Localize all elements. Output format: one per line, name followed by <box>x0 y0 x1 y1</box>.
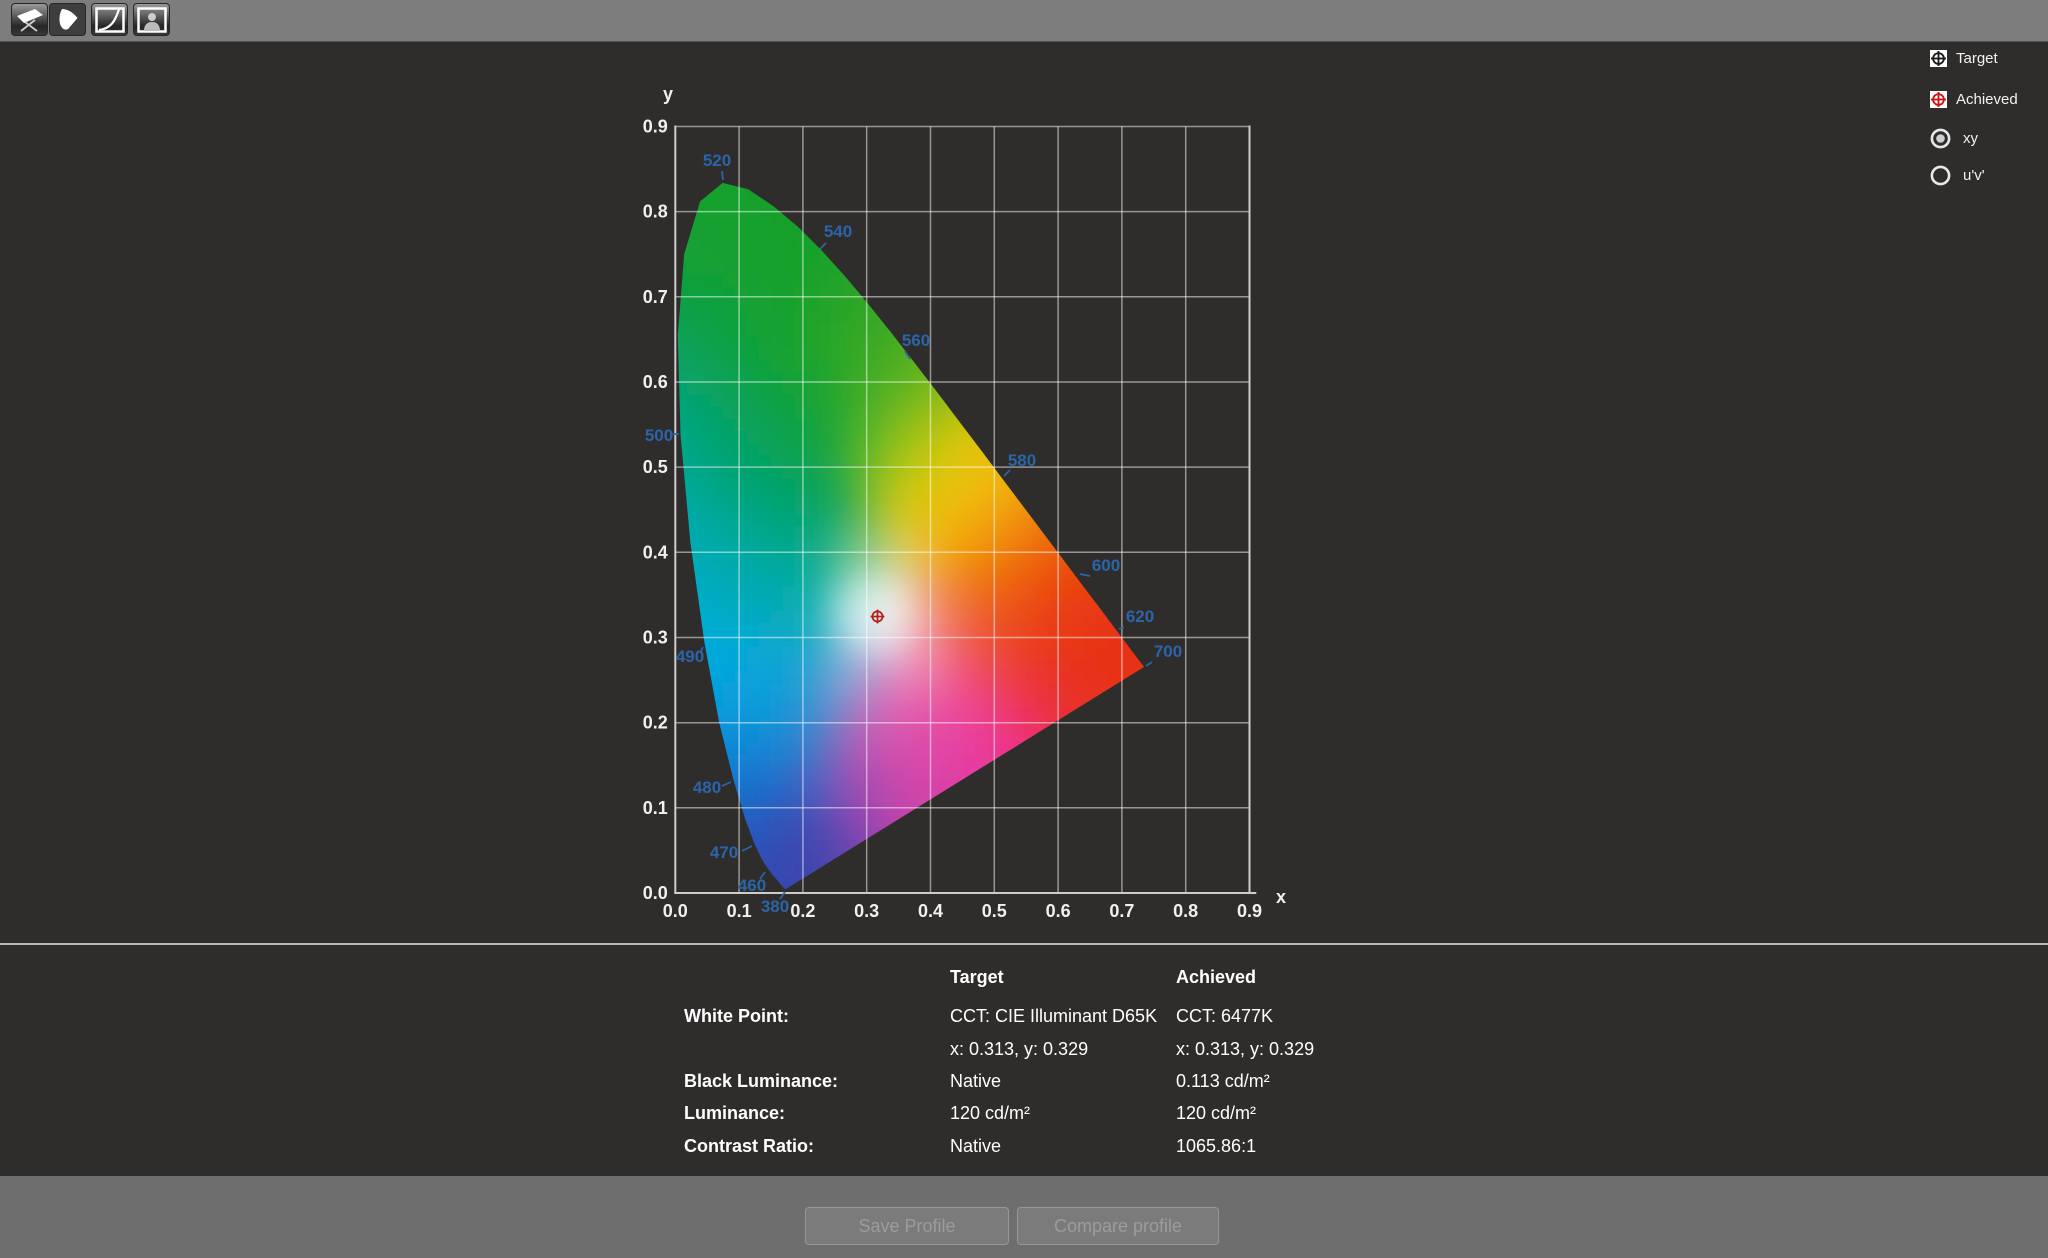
svg-text:0.5: 0.5 <box>643 457 668 477</box>
svg-text:0.0: 0.0 <box>663 901 688 921</box>
svg-text:0.3: 0.3 <box>643 628 668 648</box>
svg-text:0.1: 0.1 <box>727 901 752 921</box>
svg-text:600: 600 <box>1092 556 1120 575</box>
svg-text:470: 470 <box>710 843 738 862</box>
svg-text:460: 460 <box>738 876 766 895</box>
svg-text:0.6: 0.6 <box>643 372 668 392</box>
svg-text:0.8: 0.8 <box>1173 901 1198 921</box>
svg-text:x: x <box>1276 887 1286 907</box>
svg-text:620: 620 <box>1126 607 1154 626</box>
svg-text:0.0: 0.0 <box>643 883 668 903</box>
svg-text:490: 490 <box>676 647 704 666</box>
svg-text:0.9: 0.9 <box>643 117 668 137</box>
svg-text:380: 380 <box>761 897 789 916</box>
svg-text:0.8: 0.8 <box>643 202 668 222</box>
svg-text:0.7: 0.7 <box>1109 901 1134 921</box>
svg-text:500: 500 <box>645 426 673 445</box>
svg-text:0.1: 0.1 <box>643 798 668 818</box>
svg-text:540: 540 <box>824 222 852 241</box>
svg-text:580: 580 <box>1008 451 1036 470</box>
svg-text:y: y <box>663 84 673 104</box>
svg-text:0.5: 0.5 <box>982 901 1007 921</box>
svg-text:0.6: 0.6 <box>1046 901 1071 921</box>
svg-text:520: 520 <box>703 151 731 170</box>
svg-text:0.7: 0.7 <box>643 287 668 307</box>
svg-text:560: 560 <box>902 331 930 350</box>
svg-text:0.4: 0.4 <box>918 901 943 921</box>
svg-text:0.9: 0.9 <box>1237 901 1262 921</box>
svg-text:0.4: 0.4 <box>643 542 668 562</box>
svg-text:0.2: 0.2 <box>643 713 668 733</box>
svg-text:480: 480 <box>693 778 721 797</box>
svg-text:0.3: 0.3 <box>854 901 879 921</box>
svg-text:700: 700 <box>1154 642 1182 661</box>
svg-text:0.2: 0.2 <box>790 901 815 921</box>
